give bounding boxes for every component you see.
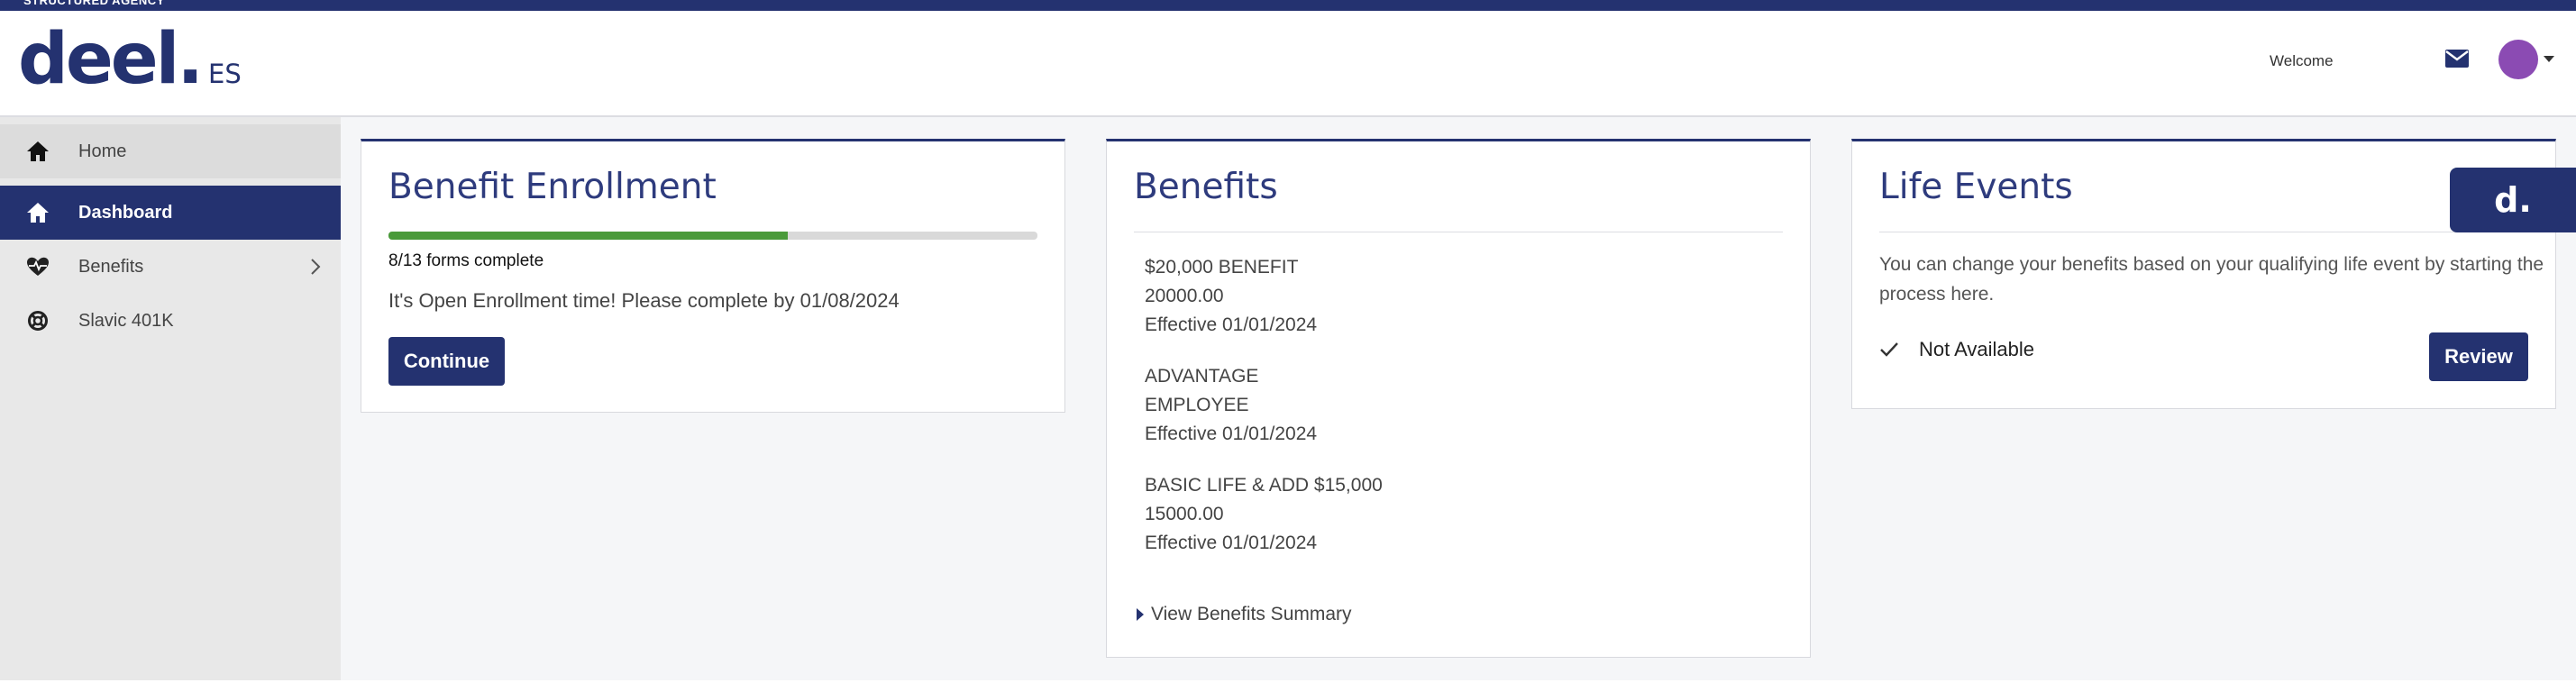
status-text: Not Available xyxy=(1919,338,2035,360)
benefits-card: Benefits $20,000 BENEFIT 20000.00 Effect… xyxy=(1106,139,1811,658)
check-icon xyxy=(1880,342,1898,357)
avatar[interactable] xyxy=(2498,40,2538,79)
view-benefits-summary-link[interactable]: View Benefits Summary xyxy=(1137,604,1352,625)
agency-name: STRUCTURED AGENCY xyxy=(23,0,165,7)
benefit-effective: Effective 01/01/2024 xyxy=(1145,533,1318,553)
life-event-status: Not Available xyxy=(1879,338,2034,361)
benefit-value: 20000.00 xyxy=(1145,286,1224,306)
home-icon xyxy=(25,200,50,225)
benefit-effective: Effective 01/01/2024 xyxy=(1145,314,1318,335)
benefit-value: EMPLOYEE xyxy=(1145,395,1249,415)
main-content: Benefit Enrollment 8/13 forms complete I… xyxy=(341,117,2576,680)
deel-logo[interactable]: deel. ES xyxy=(18,23,242,96)
home-icon xyxy=(25,139,50,164)
sidebar-item-benefits[interactable]: Benefits xyxy=(0,240,341,294)
sidebar: Home Dashboard Benefits Slavic 401K xyxy=(0,117,341,680)
mail-icon[interactable] xyxy=(2444,49,2470,68)
sidebar-item-label: Slavic 401K xyxy=(78,310,174,331)
benefit-name: $20,000 BENEFIT xyxy=(1145,257,1299,278)
card-title: Benefit Enrollment xyxy=(388,167,717,207)
forms-complete-text: 8/13 forms complete xyxy=(388,251,544,270)
top-banner: STRUCTURED AGENCY xyxy=(0,0,2576,11)
header: deel. ES Welcome xyxy=(0,11,2576,117)
review-button[interactable]: Review xyxy=(2429,332,2528,381)
sidebar-item-label: Home xyxy=(78,141,127,161)
benefit-item: $20,000 BENEFIT 20000.00 Effective 01/01… xyxy=(1145,253,1317,340)
enrollment-message: It's Open Enrollment time! Please comple… xyxy=(388,289,900,312)
card-title: Life Events xyxy=(1879,167,2073,207)
progress-fill xyxy=(388,232,788,240)
heartbeat-icon xyxy=(25,254,50,279)
benefit-item: BASIC LIFE & ADD $15,000 15000.00 Effect… xyxy=(1145,471,1383,558)
logo-sub: ES xyxy=(208,59,242,89)
view-summary-label: View Benefits Summary xyxy=(1151,604,1352,624)
welcome-text: Welcome xyxy=(2270,52,2334,69)
logo-main: deel. xyxy=(18,19,204,100)
lifebuoy-icon xyxy=(25,308,50,333)
enrollment-progress-bar xyxy=(388,232,1037,240)
continue-button[interactable]: Continue xyxy=(388,337,505,386)
caret-right-icon xyxy=(1137,608,1144,621)
sidebar-item-dashboard[interactable]: Dashboard xyxy=(0,186,341,240)
sidebar-item-slavic-401k[interactable]: Slavic 401K xyxy=(0,294,341,348)
life-events-description: You can change your benefits based on yo… xyxy=(1879,254,2544,305)
chevron-right-icon[interactable] xyxy=(306,256,324,278)
benefit-name: BASIC LIFE & ADD $15,000 xyxy=(1145,475,1383,496)
benefit-effective: Effective 01/01/2024 xyxy=(1145,423,1318,444)
sidebar-item-label: Dashboard xyxy=(78,202,173,223)
card-title: Benefits xyxy=(1134,167,1278,207)
chevron-down-icon[interactable] xyxy=(2544,56,2554,62)
deel-badge[interactable]: d. xyxy=(2450,168,2576,232)
sidebar-item-label: Benefits xyxy=(78,256,144,277)
benefit-value: 15000.00 xyxy=(1145,504,1224,524)
sidebar-item-home[interactable]: Home xyxy=(0,124,341,178)
benefit-item: ADVANTAGE EMPLOYEE Effective 01/01/2024 xyxy=(1145,362,1317,449)
benefit-name: ADVANTAGE xyxy=(1145,366,1259,387)
benefit-enrollment-card: Benefit Enrollment 8/13 forms complete I… xyxy=(361,139,1065,413)
